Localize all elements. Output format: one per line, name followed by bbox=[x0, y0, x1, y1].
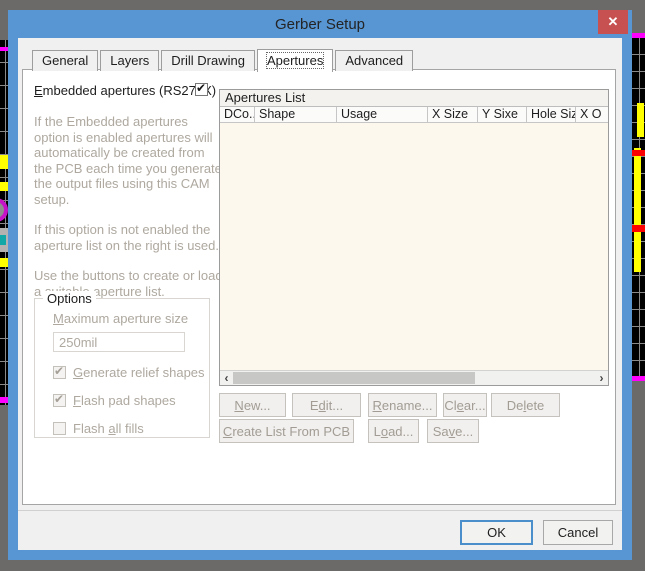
description-paragraph: If the Embedded apertures option is enab… bbox=[34, 114, 224, 207]
apertures-list-title: Apertures List bbox=[220, 90, 608, 107]
flash-pad-shapes-label: Flash pad shapes bbox=[73, 393, 176, 408]
pcb-background-left bbox=[0, 40, 8, 405]
generate-relief-shapes-label: Generate relief shapes bbox=[73, 365, 205, 380]
scroll-left-icon[interactable]: ‹ bbox=[220, 371, 233, 385]
edit-button[interactable]: Edit... bbox=[292, 393, 361, 417]
tab-general[interactable]: General bbox=[32, 50, 98, 71]
apertures-list-body[interactable] bbox=[220, 123, 608, 370]
tab-advanced[interactable]: Advanced bbox=[335, 50, 413, 71]
tab-drill-drawing[interactable]: Drill Drawing bbox=[161, 50, 255, 71]
pcb-trace-yellow bbox=[0, 258, 8, 267]
close-button[interactable]: ✕ bbox=[598, 10, 628, 34]
horizontal-scrollbar[interactable]: ‹ › bbox=[220, 370, 608, 385]
pcb-trace-yellow bbox=[0, 182, 8, 191]
generate-relief-shapes-row: Generate relief shapes bbox=[53, 365, 203, 380]
column-header-shape[interactable]: Shape bbox=[255, 107, 337, 122]
delete-button[interactable]: Delete bbox=[491, 393, 560, 417]
column-header-usage[interactable]: Usage bbox=[337, 107, 428, 122]
pcb-trace-yellow bbox=[0, 155, 8, 169]
flash-all-fills-row: Flash all fills bbox=[53, 421, 203, 436]
dialog-title: Gerber Setup bbox=[275, 16, 365, 33]
rename-button[interactable]: Rename... bbox=[368, 393, 437, 417]
pcb-trace-magenta bbox=[632, 376, 645, 381]
column-header-x-size[interactable]: X Size bbox=[428, 107, 478, 122]
list-buttons-row-1: New... Edit... Rename... Clear... Delete bbox=[219, 393, 560, 417]
clear-button[interactable]: Clear... bbox=[443, 393, 487, 417]
flash-pad-shapes-row: Flash pad shapes bbox=[53, 393, 203, 408]
pcb-trace-magenta bbox=[0, 47, 8, 51]
apertures-list-panel: Apertures List DCo... Shape Usage X Size… bbox=[219, 89, 609, 386]
dialog-client-area: General Layers Drill Drawing Apertures A… bbox=[18, 38, 622, 550]
create-list-from-pcb-button[interactable]: Create List From PCB bbox=[219, 419, 354, 443]
column-header-hole-size[interactable]: Hole Size bbox=[527, 107, 576, 122]
footer-separator bbox=[18, 510, 622, 511]
pcb-trace-magenta bbox=[632, 33, 645, 38]
generate-relief-shapes-checkbox[interactable] bbox=[53, 366, 66, 379]
column-header-x-offset[interactable]: X O bbox=[576, 107, 608, 122]
max-aperture-size-input[interactable] bbox=[53, 332, 185, 352]
tab-strip: General Layers Drill Drawing Apertures A… bbox=[32, 48, 415, 71]
dialog-titlebar[interactable]: Gerber Setup bbox=[8, 10, 632, 38]
tab-layers[interactable]: Layers bbox=[100, 50, 159, 71]
pcb-background-right bbox=[632, 38, 645, 381]
scrollbar-thumb[interactable] bbox=[233, 372, 475, 384]
flash-all-fills-label: Flash all fills bbox=[73, 421, 144, 436]
flash-all-fills-checkbox[interactable] bbox=[53, 422, 66, 435]
cancel-button[interactable]: Cancel bbox=[543, 520, 613, 545]
column-header-y-size[interactable]: Y Sixe bbox=[478, 107, 527, 122]
gerber-setup-dialog: Gerber Setup ✕ General Layers Drill Draw… bbox=[8, 10, 632, 560]
embedded-apertures-checkbox[interactable] bbox=[195, 83, 208, 96]
column-header-dcode[interactable]: DCo... bbox=[220, 107, 255, 122]
pcb-trace-magenta bbox=[0, 397, 8, 403]
ok-button[interactable]: OK bbox=[460, 520, 533, 545]
pcb-pad-center bbox=[0, 235, 6, 245]
options-groupbox: Options Maximum aperture size Generate r… bbox=[34, 298, 210, 438]
new-button[interactable]: New... bbox=[219, 393, 286, 417]
pcb-trace-red bbox=[632, 150, 645, 156]
flash-pad-shapes-checkbox[interactable] bbox=[53, 394, 66, 407]
pcb-trace-yellow bbox=[637, 103, 644, 137]
apertures-list-header: DCo... Shape Usage X Size Y Sixe Hole Si… bbox=[220, 107, 608, 123]
load-button[interactable]: Load... bbox=[368, 419, 419, 443]
tab-apertures[interactable]: Apertures bbox=[257, 49, 333, 72]
close-icon: ✕ bbox=[608, 14, 619, 30]
max-aperture-size-label: Maximum aperture size bbox=[53, 311, 203, 326]
apertures-tab-panel: Embedded apertures (RS274X) If the Embed… bbox=[22, 69, 616, 505]
pcb-trace-red bbox=[632, 225, 645, 232]
pcb-trace-yellow bbox=[634, 148, 641, 272]
list-buttons-row-2: Create List From PCB Load... Save... bbox=[219, 419, 479, 443]
description-paragraph: If this option is not enabled the apertu… bbox=[34, 222, 224, 253]
options-group-title: Options bbox=[43, 291, 96, 306]
save-button[interactable]: Save... bbox=[427, 419, 479, 443]
description-text: If the Embedded apertures option is enab… bbox=[34, 114, 224, 314]
pcb-via-ring bbox=[0, 198, 8, 222]
scroll-right-icon[interactable]: › bbox=[595, 371, 608, 385]
